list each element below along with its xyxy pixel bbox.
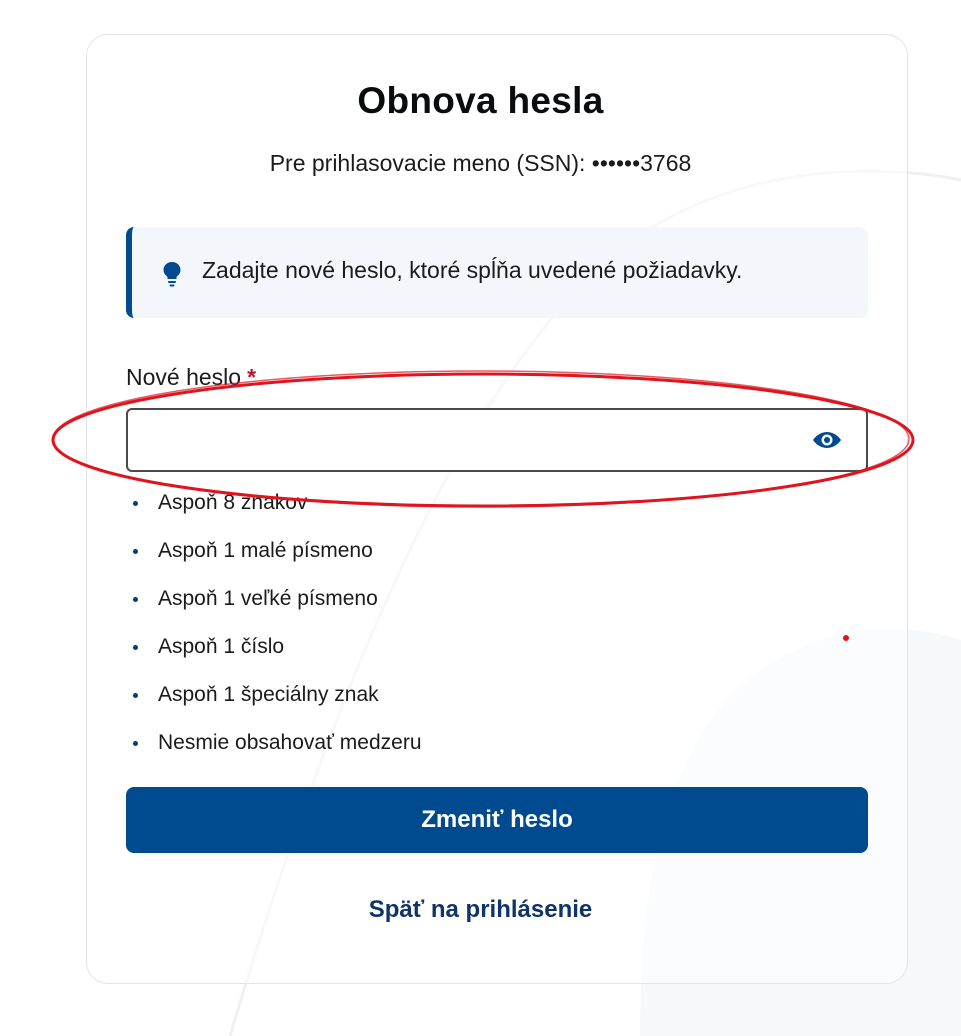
requirement-text: Aspoň 1 veľké písmeno [158,587,378,610]
requirement-item: Nesmie obsahovať medzeru [126,728,422,776]
page-title: Obnova hesla [357,80,604,121]
info-text: Zadajte nové heslo, ktoré spĺňa uvedené … [202,257,743,283]
new-password-input[interactable] [126,408,868,472]
new-password-label-text: Nové heslo [126,364,242,390]
info-alert: Zadajte nové heslo, ktoré spĺňa uvedené … [126,227,868,318]
password-requirements-list: Aspoň 8 znakov Aspoň 1 malé písmeno Aspo… [126,488,422,776]
bullet [133,741,138,746]
change-password-button[interactable]: Zmeniť heslo [126,787,868,853]
bullet [133,597,138,602]
bullet [133,645,138,650]
requirement-item: Aspoň 8 znakov [126,488,422,536]
requirement-item: Aspoň 1 číslo [126,632,422,680]
requirement-item: Aspoň 1 malé písmeno [126,536,422,584]
requirement-item: Aspoň 1 veľké písmeno [126,584,422,632]
lightbulb-icon [163,262,181,287]
page: Obnova hesla Pre prihlasovacie meno (SSN… [0,0,961,1036]
requirement-text: Aspoň 8 znakov [158,491,308,514]
requirement-text: Aspoň 1 číslo [158,635,285,658]
requirement-text: Aspoň 1 malé písmeno [158,539,373,562]
bullet [133,549,138,554]
eye-icon[interactable] [812,427,842,453]
requirement-text: Aspoň 1 špeciálny znak [158,683,379,706]
bullet [133,693,138,698]
requirement-text: Nesmie obsahovať medzeru [158,731,422,754]
required-marker: * [247,364,257,390]
new-password-label: Nové heslo * [126,364,256,391]
bullet [133,501,138,506]
back-to-login-link[interactable]: Späť na prihlásenie [0,896,961,924]
username-subtitle: Pre prihlasovacie meno (SSN): ••••••3768 [269,150,692,176]
requirement-item: Aspoň 1 špeciálny znak [126,680,422,728]
